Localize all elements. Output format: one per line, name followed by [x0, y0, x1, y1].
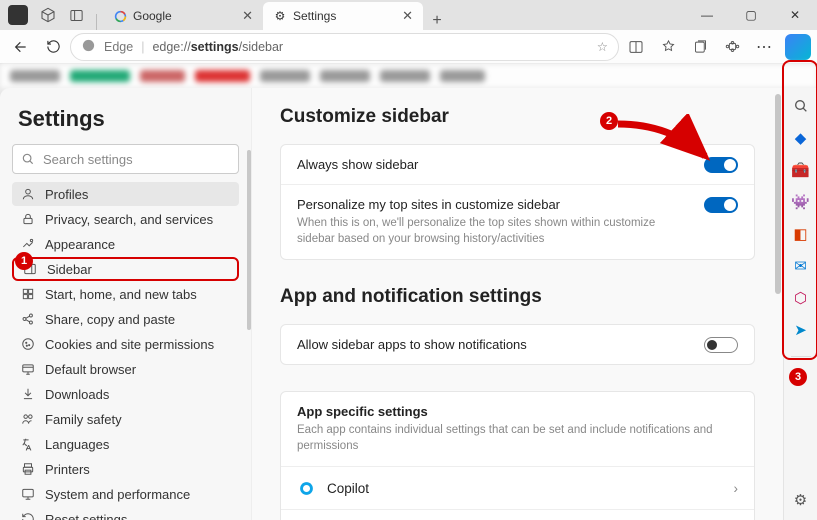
- always-show-sidebar-row: Always show sidebar: [281, 145, 754, 184]
- chevron-right-icon: ›: [734, 481, 739, 496]
- always-show-sidebar-toggle[interactable]: [704, 157, 738, 173]
- reset-icon: [20, 512, 35, 520]
- app-row-search[interactable]: Search›: [281, 509, 754, 520]
- sidebar-item-printers[interactable]: Printers: [12, 457, 239, 481]
- tab-google[interactable]: Google ✕: [103, 2, 263, 30]
- sidebar-item-share-copy-and-paste[interactable]: Share, copy and paste: [12, 307, 239, 331]
- sidebar-item-start-home-and-new-tabs[interactable]: Start, home, and new tabs: [12, 282, 239, 306]
- extensions-icon[interactable]: [717, 32, 747, 62]
- share-icon: [20, 312, 35, 327]
- settings-title: Settings: [18, 106, 233, 132]
- section-heading: Customize sidebar: [280, 106, 755, 128]
- sidebar-item-default-browser[interactable]: Default browser: [12, 357, 239, 381]
- download-icon: [20, 387, 35, 402]
- copilot-icon: [297, 479, 315, 497]
- tab-label: Google: [133, 9, 172, 23]
- personalize-top-sites-row: Personalize my top sites in customize si…: [281, 184, 754, 259]
- system-icon: [20, 487, 35, 502]
- sidebar-item-privacy-search-and-services[interactable]: Privacy, search, and services: [12, 207, 239, 231]
- family-icon: [20, 412, 35, 427]
- sidebar-item-family-safety[interactable]: Family safety: [12, 407, 239, 431]
- favorite-icon[interactable]: ☆: [597, 39, 608, 54]
- sidebar-telegram-icon[interactable]: ➤: [791, 320, 811, 340]
- gear-icon: ⚙: [273, 9, 287, 23]
- tab-actions-icon[interactable]: [68, 7, 84, 23]
- customize-sidebar-card: Always show sidebar Personalize my top s…: [280, 144, 755, 260]
- window-close[interactable]: ✕: [773, 0, 817, 30]
- sidebar-tools-icon[interactable]: 🧰: [791, 160, 811, 180]
- sidebar-search-icon[interactable]: [791, 96, 811, 116]
- copilot-button[interactable]: [785, 34, 811, 60]
- settings-page: Settings Search settings ProfilesPrivacy…: [0, 88, 783, 520]
- collections-icon[interactable]: [685, 32, 715, 62]
- sidebar-games-icon[interactable]: 👾: [791, 192, 811, 212]
- main-scrollbar[interactable]: [775, 94, 781, 294]
- edge-sidebar: ◆ 🧰 👾 ◧ ✉ ⬡ ➤ ＋ ⚙: [783, 88, 817, 520]
- sidebar-item-sidebar[interactable]: Sidebar: [12, 257, 239, 281]
- window-maximize[interactable]: ▢: [729, 0, 773, 30]
- app-specific-card: App specific settings Each app contains …: [280, 391, 755, 520]
- appearance-icon: [20, 237, 35, 252]
- new-tab-button[interactable]: +: [423, 12, 451, 30]
- search-input[interactable]: Search settings: [12, 144, 239, 174]
- favorites-icon[interactable]: [653, 32, 683, 62]
- sidebar-m365-icon[interactable]: ◧: [791, 224, 811, 244]
- back-button[interactable]: [6, 32, 36, 62]
- section-heading: App and notification settings: [280, 286, 755, 308]
- profile-avatar[interactable]: [8, 5, 28, 25]
- annotation-badge-2: 2: [600, 112, 618, 130]
- sidebar-item-system-and-performance[interactable]: System and performance: [12, 482, 239, 506]
- settings-sidebar: Settings Search settings ProfilesPrivacy…: [0, 88, 252, 520]
- sidebar-shopping-icon[interactable]: ◆: [791, 128, 811, 148]
- sidebar-item-cookies-and-site-permissions[interactable]: Cookies and site permissions: [12, 332, 239, 356]
- address-bar[interactable]: Edge | edge://settings/sidebar ☆: [70, 33, 619, 61]
- browser-toolbar: Edge | edge://settings/sidebar ☆ ⋯: [0, 30, 817, 64]
- profile-icon: [20, 187, 35, 202]
- refresh-button[interactable]: [38, 32, 68, 62]
- sidebar-item-appearance[interactable]: Appearance: [12, 232, 239, 256]
- scheme-label: Edge: [104, 40, 133, 54]
- sidebar-drop-icon[interactable]: ⬡: [791, 288, 811, 308]
- tab-settings[interactable]: ⚙ Settings ✕: [263, 2, 423, 30]
- split-screen-icon[interactable]: [621, 32, 651, 62]
- annotation-badge-1: 1: [15, 252, 33, 270]
- more-menu[interactable]: ⋯: [749, 32, 779, 62]
- sidebar-item-languages[interactable]: Languages: [12, 432, 239, 456]
- app-row-copilot[interactable]: Copilot›: [281, 466, 754, 509]
- sidebar-item-downloads[interactable]: Downloads: [12, 382, 239, 406]
- notifications-card: Allow sidebar apps to show notifications: [280, 324, 755, 365]
- bookmarks-bar: [0, 64, 817, 88]
- sidebar-item-reset-settings[interactable]: Reset settings: [12, 507, 239, 520]
- url-path: edge://settings/sidebar: [152, 40, 283, 54]
- google-favicon: [113, 9, 127, 23]
- home-icon: [20, 287, 35, 302]
- browser-tabs: Google ✕ ⚙ Settings ✕ +: [90, 0, 451, 30]
- workspaces-icon[interactable]: [40, 7, 56, 23]
- close-icon[interactable]: ✕: [242, 8, 253, 24]
- edge-icon: [81, 38, 96, 56]
- lang-icon: [20, 437, 35, 452]
- lock-icon: [20, 212, 35, 227]
- search-icon: [21, 152, 35, 166]
- close-icon[interactable]: ✕: [402, 8, 413, 24]
- sidebar-outlook-icon[interactable]: ✉: [791, 256, 811, 276]
- allow-notifications-row: Allow sidebar apps to show notifications: [281, 325, 754, 364]
- tab-label: Settings: [293, 9, 336, 23]
- sidebar-settings-icon[interactable]: ⚙: [791, 490, 811, 510]
- default-icon: [20, 362, 35, 377]
- sidebar-item-profiles[interactable]: Profiles: [12, 182, 239, 206]
- printer-icon: [20, 462, 35, 477]
- annotation-badge-3: 3: [789, 368, 807, 386]
- personalize-top-sites-toggle[interactable]: [704, 197, 738, 213]
- settings-main: Customize sidebar Always show sidebar Pe…: [252, 88, 783, 520]
- allow-notifications-toggle[interactable]: [704, 337, 738, 353]
- sidebar-scrollbar[interactable]: [247, 150, 251, 330]
- apps-title: App specific settings: [297, 404, 738, 419]
- window-titlebar: Google ✕ ⚙ Settings ✕ + — ▢ ✕: [0, 0, 817, 30]
- cookie-icon: [20, 337, 35, 352]
- window-minimize[interactable]: —: [685, 0, 729, 30]
